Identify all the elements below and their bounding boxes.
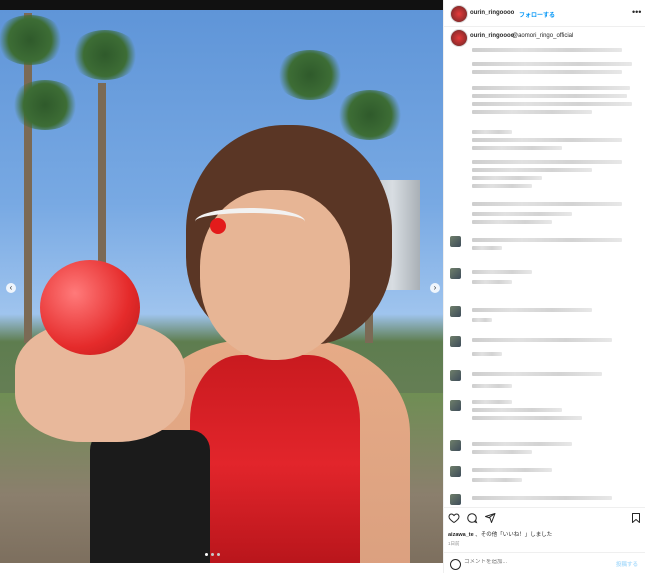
avatar[interactable]: [450, 336, 461, 347]
avatar[interactable]: [450, 5, 468, 23]
caption-mention[interactable]: @aomori_ringo_official: [512, 33, 573, 39]
emoji-icon[interactable]: [450, 559, 461, 570]
header-username[interactable]: ourin_ringoooo: [470, 10, 514, 16]
share-icon[interactable]: [484, 512, 496, 524]
instagram-post-window: ‹ › ourin_ringoooo フォローする ••• ourin_ring…: [0, 0, 645, 573]
action-bar: [444, 507, 645, 526]
comment-icon[interactable]: [466, 512, 478, 524]
likes-summary: aizawa_te 、その他「いいね！」しました: [448, 532, 553, 538]
avatar[interactable]: [450, 370, 461, 381]
apple: [40, 260, 140, 355]
avatar[interactable]: [450, 29, 468, 47]
chevron-left-icon[interactable]: ‹: [6, 283, 16, 293]
avatar[interactable]: [450, 236, 461, 247]
likes-user[interactable]: aizawa_te: [448, 532, 474, 538]
follow-button[interactable]: フォローする: [519, 10, 555, 19]
chevron-right-icon[interactable]: ›: [430, 283, 440, 293]
avatar[interactable]: [450, 440, 461, 451]
carousel-dots: [205, 553, 220, 556]
avatar[interactable]: [450, 466, 461, 477]
post-side-panel: ourin_ringoooo フォローする ••• ourin_ringoooo…: [443, 0, 645, 573]
post-comment-button[interactable]: 投稿する: [616, 560, 638, 568]
avatar[interactable]: [450, 494, 461, 505]
comment-bar: 投稿する: [444, 552, 645, 574]
image-top-border: [0, 0, 443, 10]
comment-input[interactable]: [464, 559, 594, 565]
avatar[interactable]: [450, 268, 461, 279]
caption-username[interactable]: ourin_ringoooo: [470, 33, 514, 39]
caption: ourin_ringoooo @aomori_ringo_official: [444, 28, 645, 47]
post-header: ourin_ringoooo フォローする •••: [444, 0, 645, 27]
bookmark-icon[interactable]: [630, 512, 642, 524]
post-photo[interactable]: [0, 10, 443, 563]
post-time[interactable]: 1日前: [448, 541, 460, 547]
heart-icon[interactable]: [448, 512, 460, 524]
avatar[interactable]: [450, 306, 461, 317]
avatar[interactable]: [450, 400, 461, 411]
more-horizontal-icon[interactable]: •••: [632, 7, 641, 17]
